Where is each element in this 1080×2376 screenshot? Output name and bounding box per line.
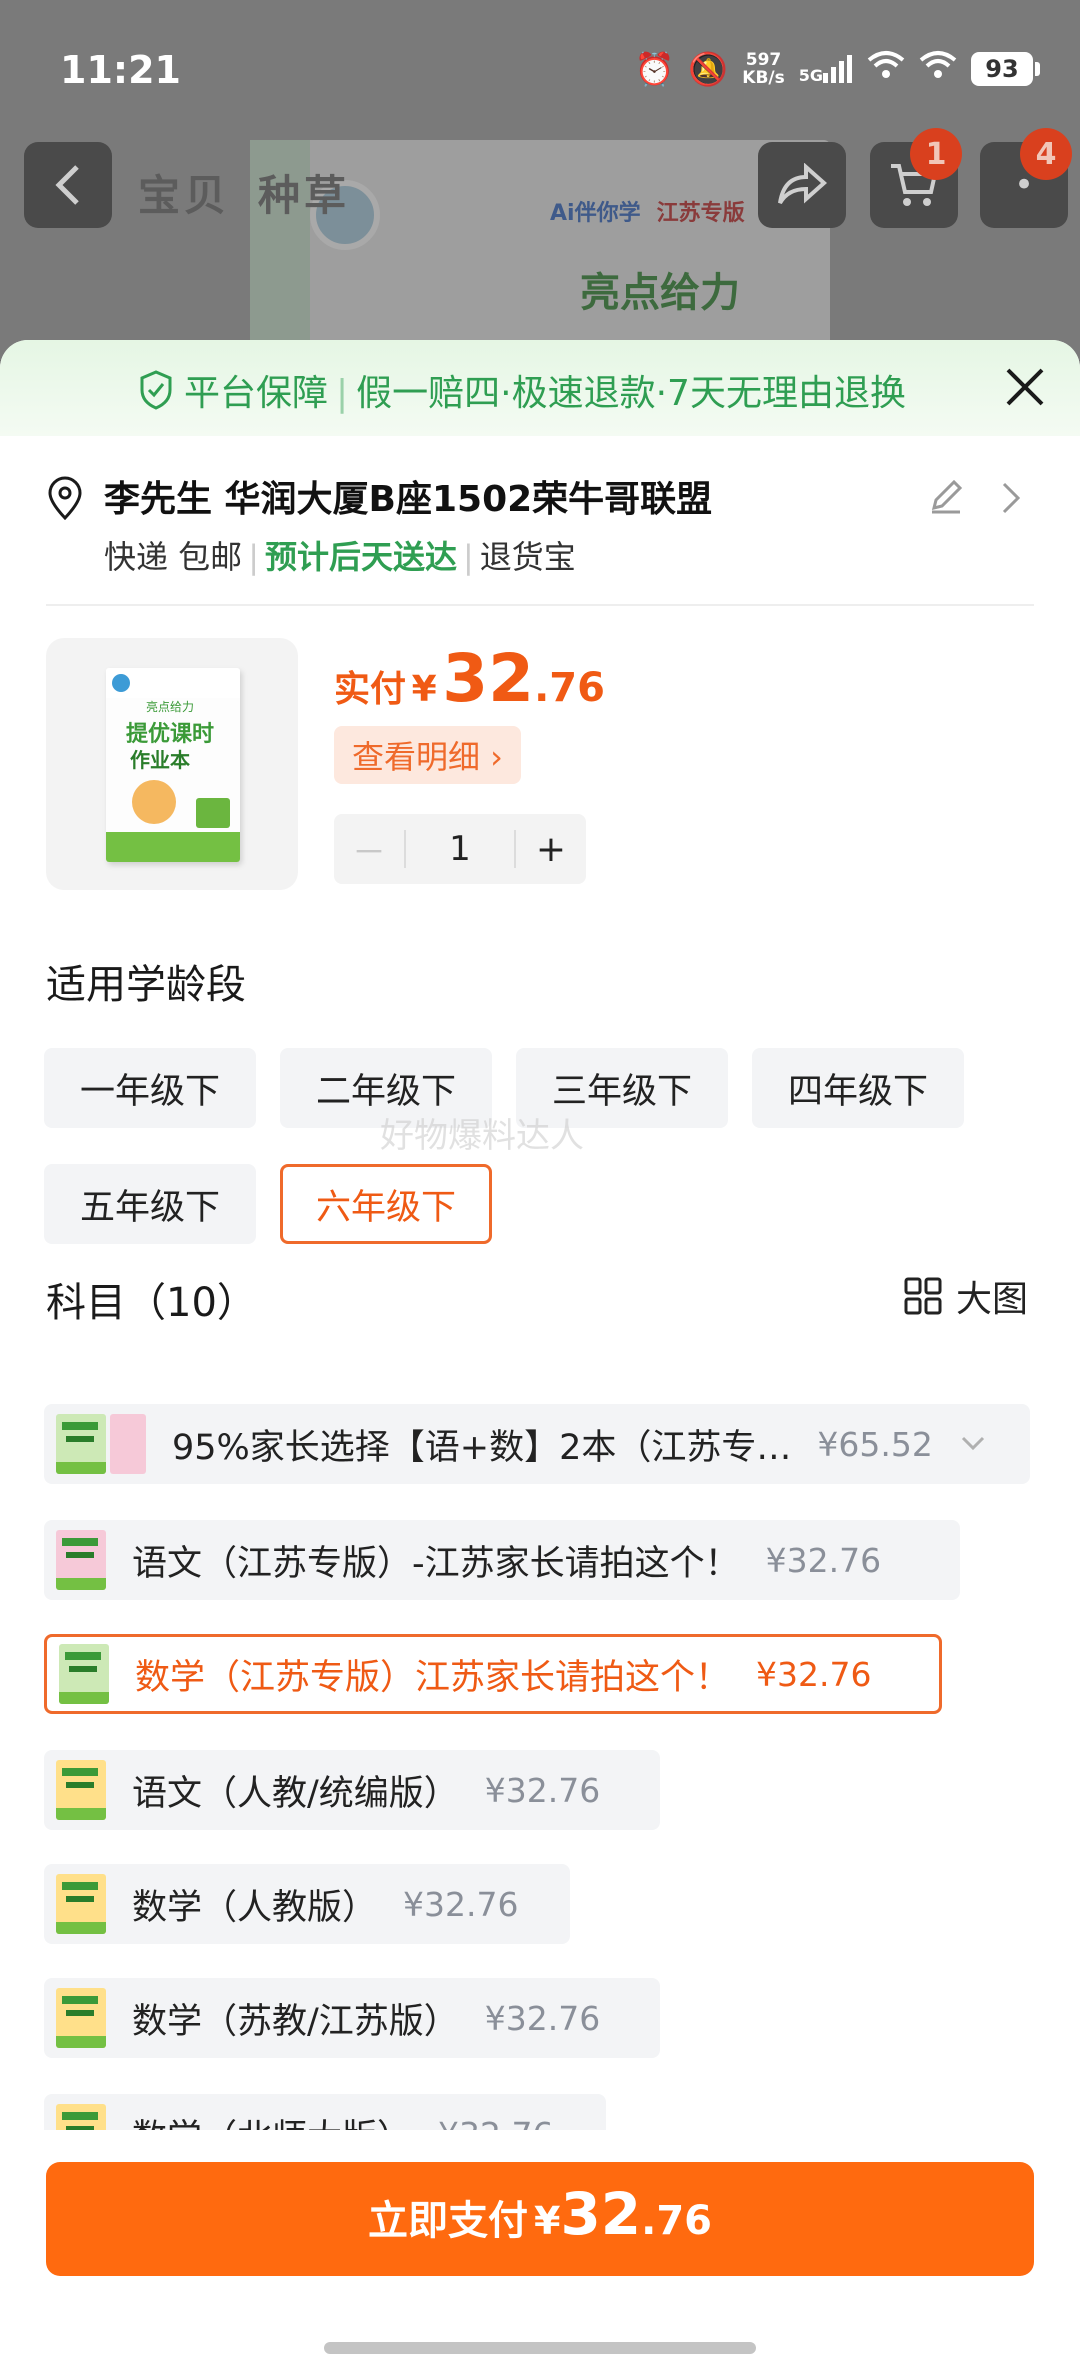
age-option-grade1[interactable]: 一年级下 <box>44 1048 256 1128</box>
subject-price: ¥32.76 <box>765 1540 882 1580</box>
shipping-info: 快递 包邮 | 预计后天送达 | 退货宝 <box>104 538 576 576</box>
share-icon <box>778 163 828 205</box>
book-cover-image: 亮点给力 提优课时 作业本 <box>106 668 240 862</box>
background-nav-bar: 宝贝 种草 1 • 4 <box>0 128 1080 232</box>
edit-icon[interactable] <box>926 476 966 516</box>
age-option-grade5[interactable]: 五年级下 <box>44 1164 256 1244</box>
subject-label: 95%家长选择【语+数】2本（江苏专… <box>172 1427 792 1468</box>
subject-thumbnail <box>56 1760 106 1820</box>
status-bar: 11:21 ⏰ 🔕 597 KB/s 5G 93 <box>0 0 1080 140</box>
subject-price: ¥65.52 <box>817 1424 933 1464</box>
shield-check-icon <box>140 370 172 410</box>
subject-option-chinese-renjiao[interactable]: 语文（人教/统编版） ¥32.76 <box>44 1750 660 1830</box>
divider <box>46 604 1034 606</box>
back-button[interactable] <box>24 142 112 228</box>
location-pin-icon <box>48 476 82 520</box>
cell-signal-icon: 5G <box>799 54 853 83</box>
quantity-value[interactable]: 1 <box>404 830 516 868</box>
delivery-estimate: 预计后天送达 <box>264 538 457 576</box>
subject-label: 语文（江苏专版）-江苏家长请拍这个！ <box>132 1543 740 1584</box>
product-thumbnail[interactable]: 亮点给力 提优课时 作业本 <box>46 638 298 890</box>
wifi-icon-1 <box>867 50 905 87</box>
status-icons: ⏰ 🔕 597 KB/s 5G 93 <box>635 50 1040 87</box>
subject-option-chinese-jiangsu[interactable]: 语文（江苏专版）-江苏家长请拍这个！ ¥32.76 <box>44 1520 960 1600</box>
mute-notification-icon: 🔕 <box>688 49 729 88</box>
chevron-right-icon[interactable] <box>996 480 1024 516</box>
subject-section-title: 科目（10） <box>46 1280 257 1326</box>
subject-thumbnail <box>59 1644 109 1704</box>
age-section-title: 适用学龄段 <box>46 962 246 1008</box>
cart-badge: 1 <box>910 128 962 180</box>
wifi-icon-2 <box>919 50 957 87</box>
decrease-button[interactable]: － <box>334 825 404 874</box>
close-icon[interactable] <box>1000 362 1050 412</box>
home-indicator[interactable] <box>324 2342 756 2354</box>
pay-now-button[interactable]: 立即支付 ¥32.76 <box>46 2162 1034 2276</box>
more-button[interactable]: • 4 <box>980 128 1072 228</box>
actual-price: 实付 ¥ 32.76 <box>334 640 605 717</box>
guarantee-text: 平台保障 | 假一赔四·极速退款·7天无理由退换 <box>184 373 906 414</box>
tab-seeding[interactable]: 种草 <box>258 171 350 220</box>
grid-view-icon <box>904 1277 942 1315</box>
quantity-stepper: － 1 + <box>334 814 586 884</box>
subject-option-math-renjiao[interactable]: 数学（人教版） ¥32.76 <box>44 1864 570 1944</box>
subject-thumbnail <box>56 1988 106 2048</box>
network-speed: 597 KB/s <box>742 49 785 88</box>
share-button[interactable] <box>758 142 846 228</box>
subject-price: ¥32.76 <box>756 1654 872 1694</box>
battery-indicator: 93 <box>971 51 1040 86</box>
subject-thumbnail-2 <box>110 1414 146 1474</box>
shipping-method: 快递 包邮 <box>104 538 243 576</box>
background-product-series: 亮点给力 <box>580 270 740 316</box>
recipient-address: 李先生 华润大厦B座1502荣牛哥联盟 <box>104 479 713 520</box>
subject-label: 语文（人教/统编版） <box>132 1773 459 1814</box>
subject-thumbnail <box>56 1874 106 1934</box>
subject-option-bundle[interactable]: 95%家长选择【语+数】2本（江苏专… ¥65.52 <box>44 1404 1030 1484</box>
subject-label: 数学（江苏专版）江苏家长请拍这个！ <box>135 1657 731 1698</box>
alarm-icon: ⏰ <box>634 49 675 88</box>
subject-label: 数学（苏教/江苏版） <box>132 2001 459 2042</box>
age-option-grade6[interactable]: 六年级下 <box>280 1164 492 1244</box>
more-badge: 4 <box>1020 128 1072 180</box>
age-option-grade4[interactable]: 四年级下 <box>752 1048 964 1128</box>
subject-option-math-beishida[interactable]: 数学（北师大版） ¥32.76 <box>44 2094 606 2130</box>
purchase-sheet: 平台保障 | 假一赔四·极速退款·7天无理由退换 李先生 华润大厦B座1502荣牛哥… <box>0 340 1080 2376</box>
subject-thumbnail <box>56 2104 106 2130</box>
chevron-left-icon <box>55 165 79 205</box>
subject-thumbnail <box>56 1530 106 1590</box>
big-image-toggle[interactable]: 大图 <box>904 1270 1028 1322</box>
subject-thumbnail <box>56 1414 106 1474</box>
chevron-down-icon[interactable] <box>959 1434 987 1454</box>
subject-price: ¥32.76 <box>484 1998 601 2038</box>
view-details-button[interactable]: 查看明细 › <box>334 726 521 784</box>
subject-price: ¥32.76 <box>484 1770 601 1810</box>
subject-option-math-jiangsu[interactable]: 数学（江苏专版）江苏家长请拍这个！ ¥32.76 <box>44 1634 942 1714</box>
status-time: 11:21 <box>60 48 181 92</box>
background-tabs: 宝贝 种草 <box>138 162 378 223</box>
subject-label: 数学（北师大版） <box>132 2109 412 2131</box>
tab-product[interactable]: 宝贝 <box>138 171 230 220</box>
watermark-text: 好物爆料达人 <box>380 1116 584 1156</box>
subject-option-math-sujiao[interactable]: 数学（苏教/江苏版） ¥32.76 <box>44 1978 660 2058</box>
subject-price: ¥32.76 <box>438 2115 553 2131</box>
subject-label: 数学（人教版） <box>132 1887 378 1928</box>
guarantee-banner: 平台保障 | 假一赔四·极速退款·7天无理由退换 <box>0 340 1080 436</box>
return-service: 退货宝 <box>479 538 576 576</box>
subject-price: ¥32.76 <box>403 1884 519 1924</box>
increase-button[interactable]: + <box>516 829 586 870</box>
cart-button[interactable]: 1 <box>870 128 962 228</box>
subject-list: 95%家长选择【语+数】2本（江苏专… ¥65.52 语文（江苏专版）-江苏家长… <box>0 1404 1080 2130</box>
